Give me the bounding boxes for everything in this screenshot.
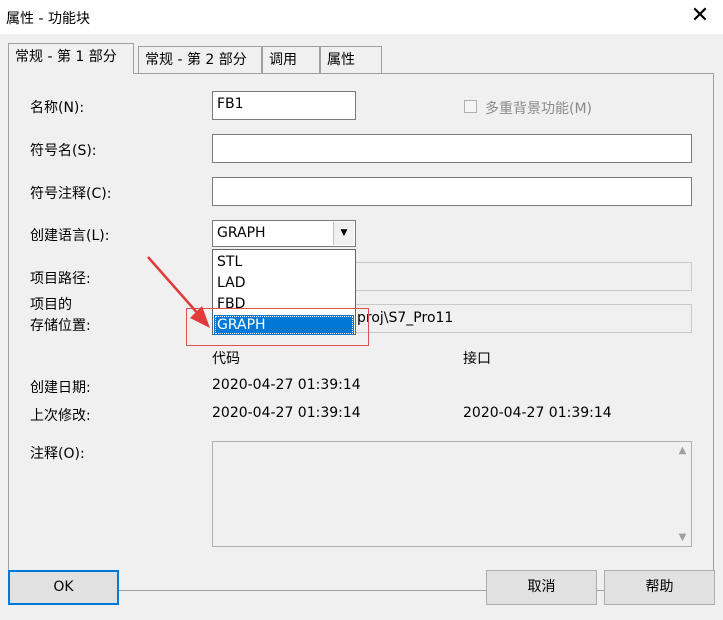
annotation-arrow (147, 256, 210, 328)
